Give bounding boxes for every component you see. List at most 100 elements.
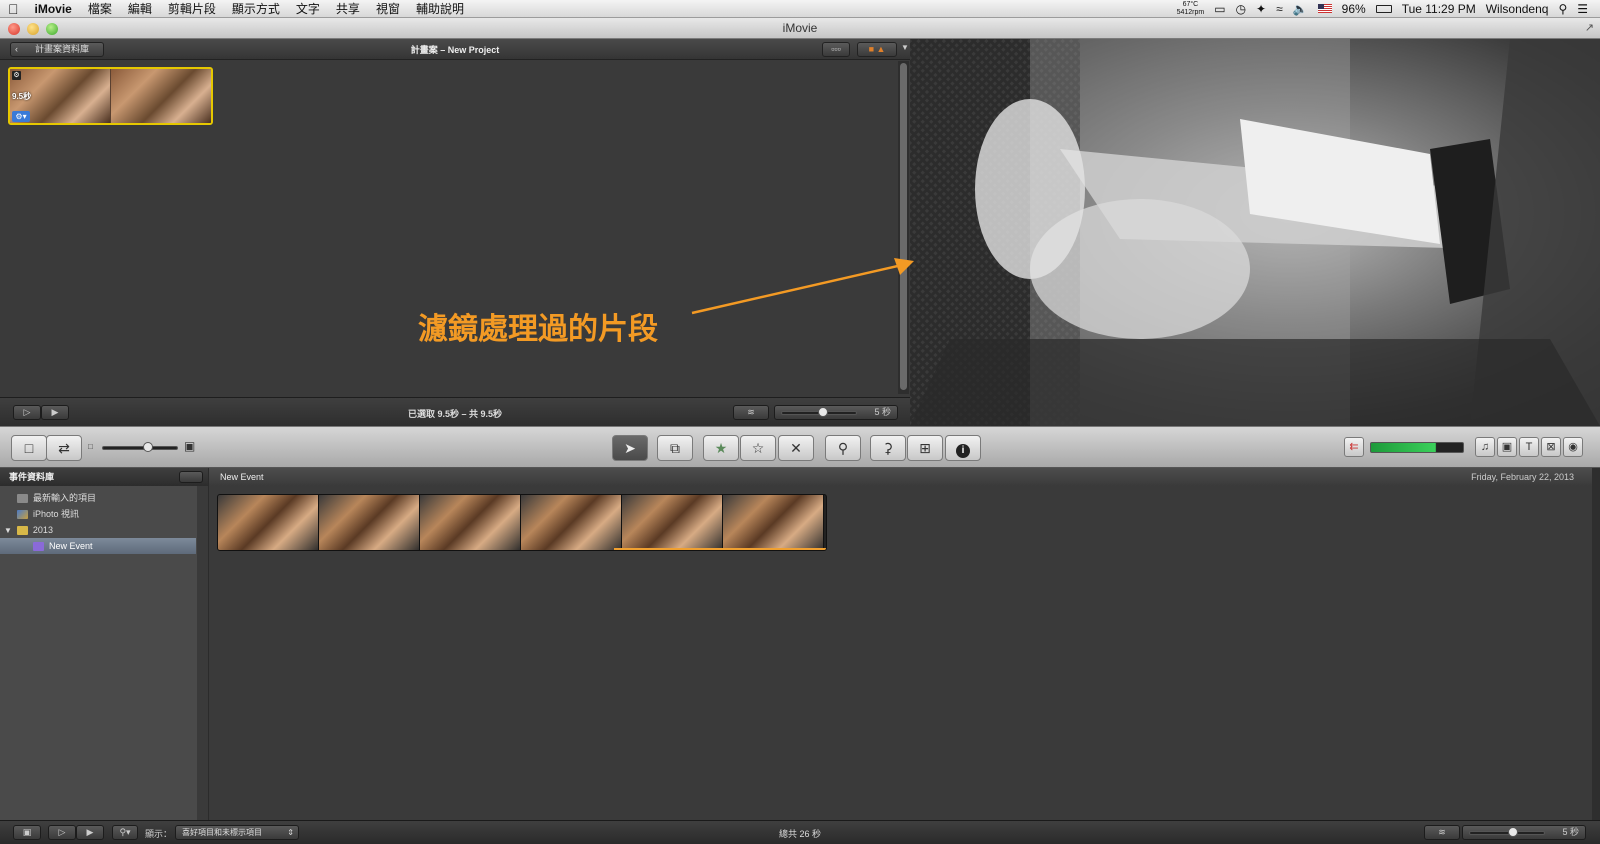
x-icon: ✕ [790, 440, 802, 456]
library-toggle-button[interactable] [179, 471, 203, 483]
mark-favorite-button[interactable]: ★ [703, 435, 739, 461]
disclosure-triangle-icon[interactable]: ▼ [4, 526, 12, 535]
photo-browser-button[interactable]: ▣ [1497, 437, 1517, 457]
library-item-new-event[interactable]: New Event [0, 538, 196, 554]
library-item-iphoto-videos[interactable]: iPhoto 視訊 [0, 506, 196, 522]
swap-panes-button[interactable]: ⇄ [46, 435, 82, 461]
theme-button[interactable]: ■ ▲ [857, 42, 897, 57]
guitar-frame-image [910, 39, 1600, 426]
library-item-year-2013[interactable]: ▼ 2013 [0, 522, 196, 538]
notification-center-icon[interactable]: ☰ [1577, 2, 1588, 16]
menu-share[interactable]: 共享 [328, 0, 368, 17]
event-filmstrip[interactable] [217, 494, 827, 551]
time-machine-icon[interactable]: ◷ [1236, 2, 1246, 16]
reject-button[interactable]: ✕ [778, 435, 814, 461]
crop-button[interactable]: ⊞ [907, 435, 943, 461]
event-name: New Event [220, 472, 264, 482]
clip-action-icon[interactable]: ⚙▾ [12, 111, 30, 122]
menu-edit[interactable]: 編輯 [120, 0, 160, 17]
event-library: 事件資料庫 最新輸入的項目 iPhoto 視訊 ▼ 2013 New Event [0, 468, 208, 820]
arrow-icon: ➤ [624, 440, 636, 456]
unmark-button[interactable]: ☆ [740, 435, 776, 461]
event-scrollbar[interactable] [1592, 468, 1600, 820]
menu-view[interactable]: 顯示方式 [224, 0, 288, 17]
event-zoom-slider[interactable] [1469, 827, 1545, 837]
bluetooth-icon[interactable]: ✦ [1256, 2, 1266, 16]
thumbnail-size-slider[interactable] [102, 442, 178, 452]
event-waveform-button[interactable]: ≋ [1424, 825, 1460, 840]
event-star-icon [33, 542, 44, 552]
star-outline-icon: ☆ [751, 440, 765, 456]
audio-level-meter [1370, 442, 1464, 453]
project-header: ‹ 計畫案資料庫 計畫案 – New Project ▫▫▫ ■ ▲ ▼ [0, 39, 910, 60]
project-title: 計畫案 – New Project [410, 45, 500, 55]
user-name[interactable]: Wilsondenq [1486, 2, 1549, 16]
add-clip-icon: ⧉ [670, 440, 680, 456]
title-browser-button[interactable]: T [1519, 437, 1539, 457]
clip-frame [111, 69, 211, 123]
small-thumb-icon: □ [88, 442, 93, 451]
mic-icon: ⚳ [882, 440, 894, 456]
library-item-label: 2013 [32, 525, 53, 535]
event-zoom-control: 5 秒 [1462, 825, 1586, 840]
clock[interactable]: Tue 11:29 PM [1402, 2, 1476, 16]
app-menu[interactable]: iMovie [27, 2, 80, 16]
project-clip[interactable]: ⚙ 9.5秒 ⚙▾ [8, 67, 213, 125]
audio-waveform-button[interactable]: ≋ [733, 405, 769, 420]
voiceover-button[interactable]: ⚳ [870, 435, 906, 461]
audio-skimming-button[interactable]: ⇇ [1344, 437, 1364, 457]
waveform-icon: ≋ [1438, 827, 1446, 837]
event-browser: New Event Friday, February 22, 2013 [209, 468, 1600, 820]
filmstrip-frame [319, 495, 420, 550]
transition-icon: ⊠ [1546, 441, 1556, 453]
volume-icon[interactable]: 🔈 [1293, 2, 1308, 16]
filmstrip-frame [723, 495, 824, 550]
airplay-icon[interactable]: ▭ [1214, 2, 1225, 16]
theme-icon: ■ ▲ [868, 44, 886, 54]
menu-bar:  iMovie 檔案 編輯 剪輯片段 顯示方式 文字 共享 視窗 輔助說明 6… [0, 0, 1600, 18]
project-scrollbar[interactable] [898, 61, 909, 394]
menu-text[interactable]: 文字 [288, 0, 328, 17]
window-title: iMovie [782, 21, 818, 35]
wifi-icon[interactable]: ≈ [1276, 2, 1283, 16]
clip-settings-icon[interactable]: ⚙ [12, 71, 21, 80]
large-thumb-icon: ▣ [184, 439, 196, 453]
fullscreen-icon[interactable]: ↗ [1585, 21, 1594, 34]
keyword-button[interactable]: ⚲ [825, 435, 861, 461]
globe-icon: ◉ [1568, 441, 1578, 453]
project-zoom-slider[interactable] [781, 407, 857, 417]
transition-browser-button[interactable]: ⊠ [1541, 437, 1561, 457]
add-to-project-button[interactable]: ⧉ [657, 435, 693, 461]
slider-knob[interactable] [143, 442, 153, 452]
temperature-readout[interactable]: 67°C 5412rpm [1177, 1, 1205, 17]
menu-file[interactable]: 檔案 [80, 0, 120, 17]
bottom-bar: ▣ ▷ ▶ ⚲▾ 顯示： 喜好項目和未標示項目 ⇕ 總共 26 秒 ≋ 5 秒 [0, 820, 1600, 844]
camera-icon: □ [24, 440, 34, 456]
camera-icon: ▣ [1501, 441, 1513, 453]
scroll-knob[interactable] [900, 63, 907, 390]
text-t-icon: T [1525, 441, 1533, 453]
project-pane: ‹ 計畫案資料庫 計畫案 – New Project ▫▫▫ ■ ▲ ▼ ⚙ 9… [0, 39, 910, 426]
video-viewer[interactable] [910, 39, 1600, 426]
dots-icon: ▫▫▫ [831, 44, 841, 54]
menu-help[interactable]: 輔助說明 [408, 0, 472, 17]
battery-percent[interactable]: 96% [1342, 2, 1366, 16]
camera-import-button[interactable]: □ [11, 435, 47, 461]
library-item-recent-imports[interactable]: 最新輸入的項目 [0, 490, 196, 506]
layout-toggle-button[interactable]: ▫▫▫ [822, 42, 850, 57]
music-browser-button[interactable]: ♫ [1475, 437, 1495, 457]
slider-knob[interactable] [1508, 827, 1518, 837]
event-library-header: 事件資料庫 [0, 468, 208, 486]
menu-clip[interactable]: 剪輯片段 [160, 0, 224, 17]
menu-window[interactable]: 視窗 [368, 0, 408, 17]
map-browser-button[interactable]: ◉ [1563, 437, 1583, 457]
spotlight-icon[interactable]: ⚲ [1558, 2, 1567, 16]
apple-menu-icon[interactable]:  [0, 1, 27, 17]
crop-icon: ⊞ [919, 440, 931, 456]
select-tool-button[interactable]: ➤ [612, 435, 648, 461]
inspector-button[interactable]: i [945, 435, 981, 461]
slider-knob[interactable] [818, 407, 828, 417]
library-scrollbar[interactable] [197, 486, 208, 820]
dropdown-arrow-icon[interactable]: ▼ [901, 43, 909, 52]
us-flag-icon[interactable] [1317, 4, 1332, 13]
